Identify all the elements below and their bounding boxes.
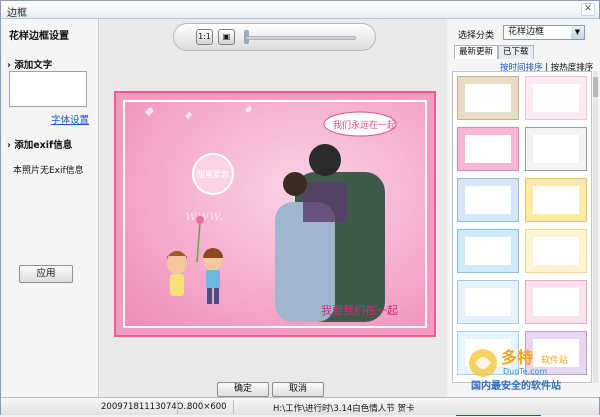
frame-settings-panel: 花样边框设置 › 添加文字 字体设置 › 添加exif信息 本照片无Exif信息… [1, 19, 99, 397]
category-select[interactable]: 花样边框 ▼ [503, 25, 585, 40]
frame-thumbnail-preview [465, 288, 511, 316]
actual-size-button[interactable]: 1:1 [196, 29, 213, 45]
bubble-text: 我们永远在一起 [333, 119, 396, 131]
photo-caption: 我要我们在一起 [321, 303, 398, 317]
status-divider [233, 400, 234, 414]
category-value: 花样边框 [508, 27, 545, 37]
frame-thumbnail-preview [465, 237, 511, 265]
frame-thumbnail[interactable] [525, 127, 587, 171]
add-text-section[interactable]: › 添加文字 [7, 57, 52, 71]
title-bar: 边框 ✕ [1, 1, 599, 19]
apply-button[interactable]: 应用 [19, 265, 73, 283]
window-title: 边框 [7, 8, 27, 19]
watermark-tagline: 国内最安全的软件站 [471, 379, 561, 392]
text-input[interactable] [9, 71, 87, 107]
cancel-button[interactable]: 取消 [272, 382, 324, 397]
tab-latest[interactable]: 最新更新 [454, 45, 499, 59]
frame-thumbnail-preview [465, 84, 511, 112]
frame-thumbnail-preview [533, 135, 579, 163]
frame-thumbnail-preview [533, 288, 579, 316]
chevron-down-icon: ▼ [571, 26, 584, 39]
no-exif-message: 本照片无Exif信息 [13, 166, 84, 176]
add-text-label: 添加文字 [14, 60, 53, 71]
badge-text: 甜蜜爱恋 [197, 169, 229, 179]
frame-thumbnail[interactable] [525, 178, 587, 222]
add-exif-label: 添加exif信息 [14, 140, 73, 151]
zoom-slider[interactable] [246, 36, 356, 40]
frame-thumbnail[interactable] [457, 76, 519, 120]
monitor-icon: ▣ [222, 32, 231, 41]
scrollbar-thumb[interactable] [593, 77, 598, 97]
thumbnail-scrollbar[interactable] [593, 71, 598, 383]
status-dimensions: 800×600 [187, 402, 227, 412]
tab-downloaded[interactable]: 已下载 [498, 45, 534, 59]
frame-thumbnail-grid [452, 71, 592, 383]
frame-thumbnail[interactable] [457, 280, 519, 324]
close-button[interactable]: ✕ [581, 3, 595, 16]
frame-thumbnail[interactable] [457, 178, 519, 222]
frame-thumbnail-preview [533, 84, 579, 112]
status-path: H:\工作\进行时\3.14白色情人节 贺卡 [273, 404, 415, 414]
main-window: 边框 ✕ 花样边框设置 › 添加文字 字体设置 › 添加exif信息 本照片无E… [0, 0, 600, 417]
preview-area: 1:1 ▣ 我们永远在一起 甜蜜爱恋 www. 我要我们在一起 确定 取消 [100, 19, 447, 397]
frame-thumbnail[interactable] [525, 76, 587, 120]
panel-heading: 花样边框设置 [9, 31, 69, 42]
frame-thumbnail-preview [533, 237, 579, 265]
frame-thumbnail[interactable] [525, 229, 587, 273]
fit-screen-button[interactable]: ▣ [218, 29, 235, 45]
site-watermark: 多特 软件站 DuoTe.com 国内最安全的软件站 [469, 348, 568, 392]
ok-button[interactable]: 确定 [217, 382, 269, 397]
frame-thumbnail[interactable] [457, 127, 519, 171]
photo-watermark: www. [185, 208, 224, 224]
chevron-right-icon: › [7, 60, 11, 71]
frame-thumbnail-preview [465, 186, 511, 214]
photo-illustration: 我们永远在一起 甜蜜爱恋 www. 我要我们在一起 [145, 106, 398, 322]
watermark-suffix: 软件站 [541, 354, 568, 366]
zoom-toolbar: 1:1 ▣ [173, 23, 376, 51]
framed-photo: 我们永远在一起 甜蜜爱恋 www. 我要我们在一起 [114, 91, 436, 337]
watermark-domain: DuoTe.com [503, 367, 547, 376]
status-divider [177, 400, 178, 414]
category-label: 选择分类 [458, 31, 495, 41]
font-settings-link[interactable]: 字体设置 [51, 112, 89, 126]
frame-thumbnail-preview [465, 135, 511, 163]
chevron-right-icon: › [7, 140, 11, 151]
watermark-brand: 多特 [501, 348, 533, 367]
frame-thumbnail[interactable] [525, 280, 587, 324]
add-exif-section[interactable]: › 添加exif信息 [7, 137, 72, 151]
photo-image: 我们永远在一起 甜蜜爱恋 www. 我要我们在一起 [123, 100, 427, 328]
frame-thumbnail[interactable] [457, 229, 519, 273]
status-bar: 20097181113074O... 800×600 H:\工作\进行时\3.1… [1, 397, 599, 415]
frame-thumbnail-preview [533, 186, 579, 214]
